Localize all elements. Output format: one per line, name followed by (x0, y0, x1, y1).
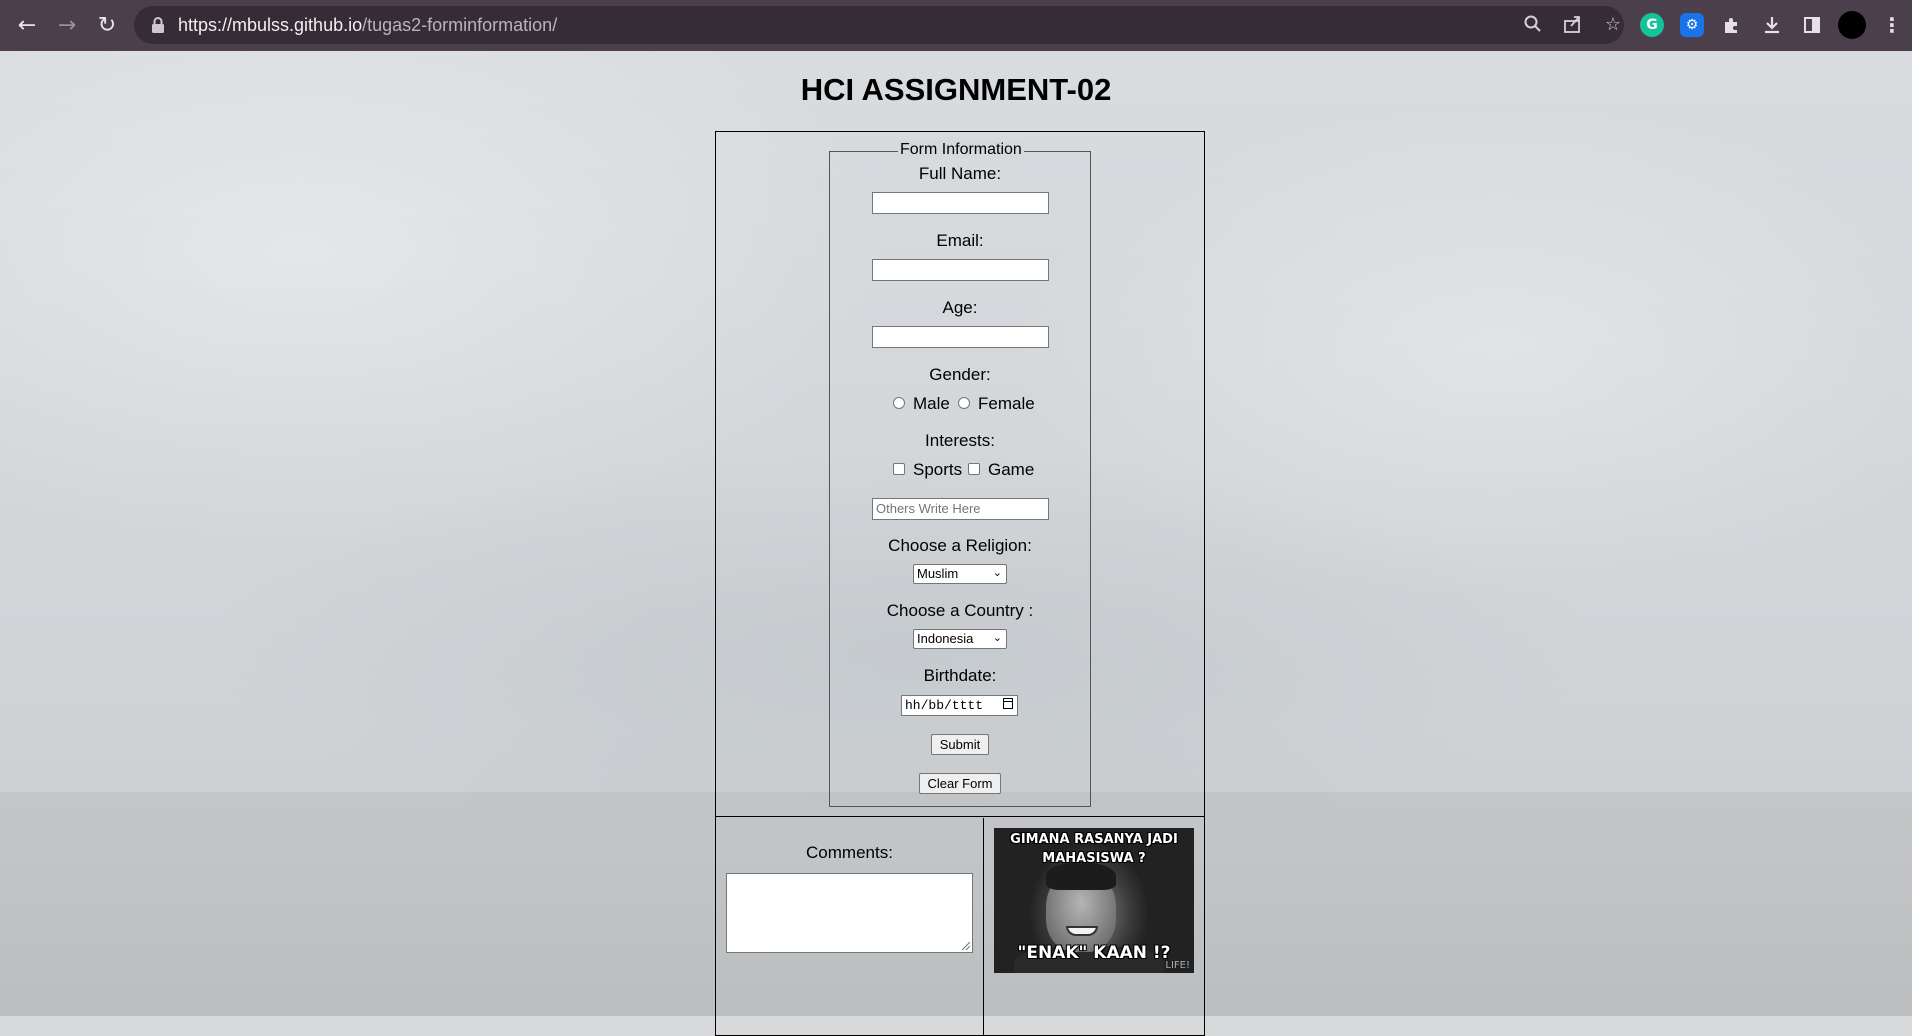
share-icon[interactable] (1562, 14, 1584, 36)
interest-sports-checkbox[interactable] (893, 463, 905, 475)
browser-toolbar: ← → ↻ https://mbulss.github.io/tugas2-fo… (0, 0, 1912, 51)
address-bar[interactable]: https://mbulss.github.io/tugas2-forminfo… (134, 6, 1624, 44)
zoom-icon[interactable] (1522, 14, 1544, 36)
others-interest-input[interactable]: Others Write Here (872, 498, 1049, 520)
country-label: Choose a Country : (886, 601, 1034, 620)
side-panel-icon[interactable] (1800, 13, 1824, 37)
meme-image: GIMANA RASANYA JADI MAHASISWA ? "ENAK" K… (994, 828, 1194, 973)
interests-label: Interests: (925, 431, 995, 450)
reload-icon[interactable]: ↻ (92, 11, 122, 41)
grammarly-icon[interactable]: G (1640, 13, 1664, 37)
meme-caption-top: GIMANA RASANYA JADI MAHASISWA ? (1010, 832, 1178, 866)
resize-grip-icon[interactable] (962, 942, 970, 950)
form-legend: Form Information (898, 141, 1024, 159)
full-name-input[interactable] (872, 192, 1049, 214)
profile-avatar[interactable] (1838, 11, 1866, 39)
religion-select[interactable]: Muslim ⌄ (913, 564, 1007, 584)
table-divider (983, 818, 984, 1035)
gender-male-radio[interactable] (893, 397, 905, 409)
birthdate-label: Birthdate: (923, 666, 997, 685)
age-input[interactable] (872, 326, 1049, 348)
page-title: HCI ASSIGNMENT-02 (800, 72, 1112, 107)
download-icon[interactable] (1760, 13, 1784, 37)
full-name-label: Full Name: (918, 164, 1002, 183)
email-input[interactable] (872, 259, 1049, 281)
interest-game-checkbox[interactable] (968, 463, 980, 475)
bookmark-star-icon[interactable]: ☆ (1602, 14, 1624, 36)
country-select[interactable]: Indonesia ⌄ (913, 629, 1007, 649)
submit-button[interactable]: Submit (931, 734, 989, 755)
more-menu-icon[interactable]: ⋮ (1880, 13, 1904, 37)
comments-textarea[interactable] (726, 873, 973, 953)
age-label: Age: (942, 298, 978, 317)
birthdate-input[interactable]: hh/bb/tttt (901, 695, 1018, 716)
clear-form-button[interactable]: Clear Form (919, 773, 1001, 794)
gender-female-label[interactable]: Female (978, 394, 1035, 414)
calendar-icon[interactable] (1003, 698, 1013, 709)
gender-male-label[interactable]: Male (913, 394, 950, 414)
gender-female-radio[interactable] (958, 397, 970, 409)
forward-icon[interactable]: → (52, 11, 82, 41)
back-icon[interactable]: ← (12, 11, 42, 41)
extensions-puzzle-icon[interactable] (1720, 13, 1744, 37)
meme-caption-bottom: "ENAK" KAAN !? (1017, 943, 1171, 963)
comments-label: Comments: (806, 843, 893, 862)
religion-label: Choose a Religion: (888, 536, 1032, 555)
meme-watermark: LIFE! (1165, 960, 1190, 971)
gender-label: Gender: (929, 365, 991, 384)
chevron-down-icon: ⌄ (992, 631, 1002, 644)
extension-gear-icon[interactable]: ⚙ (1680, 13, 1704, 37)
lock-icon[interactable] (150, 16, 166, 34)
url-text[interactable]: https://mbulss.github.io/tugas2-forminfo… (178, 15, 557, 36)
interest-game-label[interactable]: Game (988, 460, 1034, 480)
chevron-down-icon: ⌄ (992, 566, 1002, 579)
interest-sports-label[interactable]: Sports (913, 460, 962, 480)
email-label: Email: (936, 231, 984, 250)
